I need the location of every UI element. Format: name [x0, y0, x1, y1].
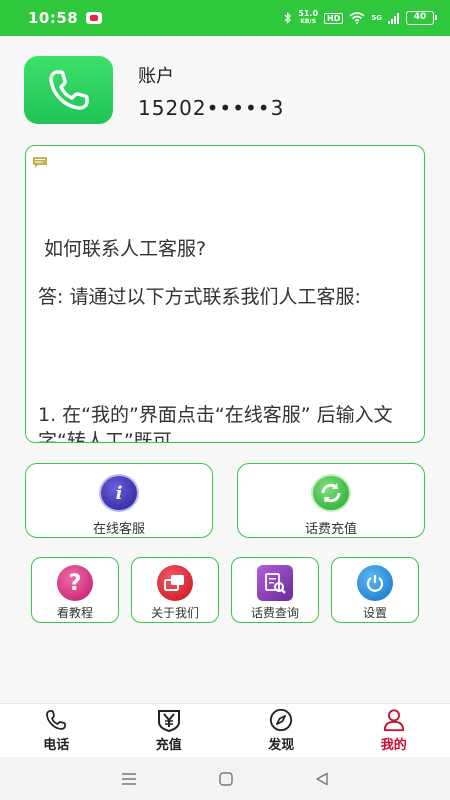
recharge-button[interactable]: 话费充值 — [237, 463, 425, 538]
home-icon[interactable] — [219, 771, 233, 786]
nav-phone[interactable]: 电话 — [0, 704, 113, 757]
nav-phone-label: 电话 — [43, 738, 70, 753]
faq-question: 如何联系人工客服? — [44, 238, 207, 260]
status-time: 10:58 — [28, 9, 79, 27]
phone-handset-icon — [48, 70, 89, 110]
refresh-icon — [311, 474, 351, 512]
message-icon — [33, 157, 47, 168]
power-icon — [357, 565, 393, 601]
notification-icon — [86, 12, 103, 24]
info-icon: i — [99, 474, 139, 512]
phone-icon — [46, 710, 67, 730]
nav-recharge-label: 充值 — [155, 738, 182, 753]
about-us-label: 关于我们 — [150, 606, 199, 620]
user-icon — [383, 709, 404, 732]
tutorial-button[interactable]: ? 看教程 — [31, 557, 119, 623]
settings-label: 设置 — [362, 606, 387, 620]
settings-button[interactable]: 设置 — [331, 557, 419, 623]
balance-query-button[interactable]: 话费查询 — [231, 557, 319, 623]
compass-icon — [270, 708, 293, 732]
battery-icon: 40 — [406, 11, 437, 25]
recharge-label: 话费充值 — [304, 522, 357, 537]
nav-discover-label: 发现 — [268, 738, 295, 753]
network-speed-value: 51.0 — [298, 9, 319, 18]
account-label: 账户 — [138, 66, 174, 87]
tutorial-label: 看教程 — [56, 606, 93, 620]
hd-badge: HD — [324, 12, 344, 24]
nav-mine-label: 我的 — [380, 738, 407, 753]
about-us-button[interactable]: 关于我们 — [131, 557, 219, 623]
window-icon — [157, 565, 193, 601]
signal-label: 5G — [371, 14, 382, 22]
faq-step-1: 1. 在“我的”界面点击“在线客服” 后输入文字“转人工”既可 — [38, 404, 393, 443]
online-service-button[interactable]: i 在线客服 — [25, 463, 213, 538]
nav-mine[interactable]: 我的 — [338, 704, 450, 757]
online-service-label: 在线客服 — [92, 522, 145, 537]
faq-answer: 答: 请通过以下方式联系我们人工客服: — [38, 286, 361, 308]
balance-query-label: 话费查询 — [250, 606, 299, 620]
question-icon: ? — [57, 565, 93, 601]
account-header: 账户 15202•••••3 — [0, 36, 450, 140]
faq-card[interactable]: 如何联系人工客服? 答: 请通过以下方式联系我们人工客服: 1. 在“我的”界面… — [25, 145, 425, 443]
bluetooth-icon — [284, 12, 292, 24]
signal-icon — [388, 12, 399, 24]
status-bar: 10:58 51.0 KB/S HD 5G 40 — [0, 0, 450, 36]
wifi-icon — [349, 12, 365, 24]
phone-app-icon — [24, 56, 113, 124]
account-number: 15202•••••3 — [138, 96, 285, 120]
bottom-nav: 电话 充值 发现 我的 — [0, 703, 450, 757]
system-nav-bar — [0, 757, 450, 800]
yen-shield-icon — [157, 710, 180, 732]
search-document-icon — [257, 565, 293, 601]
back-icon[interactable] — [315, 772, 329, 786]
nav-recharge[interactable]: 充值 — [113, 704, 226, 757]
nav-discover[interactable]: 发现 — [225, 704, 338, 757]
menu-icon[interactable] — [121, 772, 137, 785]
network-speed: 51.0 KB/S — [298, 10, 318, 26]
network-speed-unit: KB/S — [300, 18, 317, 25]
